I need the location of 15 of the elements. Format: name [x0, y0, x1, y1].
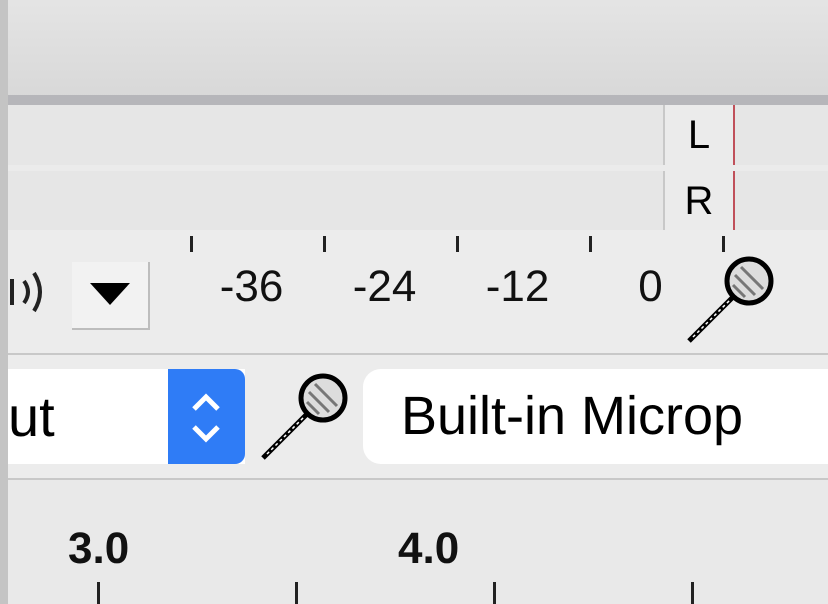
- microphone-icon[interactable]: [259, 372, 349, 462]
- channel-label: R: [684, 178, 714, 225]
- channels-select[interactable]: ut: [8, 369, 245, 464]
- microphone-icon[interactable]: [685, 255, 775, 345]
- scale-label: -24: [352, 262, 418, 312]
- timeline-label: 4.0: [398, 523, 460, 575]
- scale-label: -12: [484, 262, 550, 312]
- scale-label: -36: [218, 262, 284, 312]
- stepper-icon: [168, 369, 245, 464]
- timeline-label: 3.0: [67, 523, 130, 575]
- caret-icon: [90, 283, 130, 307]
- channel-label: L: [686, 112, 712, 159]
- dropdown-button[interactable]: [72, 262, 150, 330]
- device-select[interactable]: Built-in Microp: [363, 369, 828, 464]
- scale-label: 0: [637, 262, 664, 312]
